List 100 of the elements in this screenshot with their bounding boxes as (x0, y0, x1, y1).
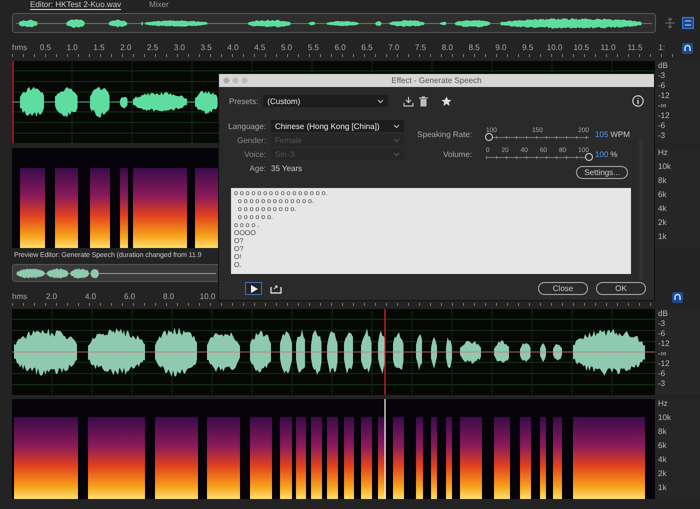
db-scale-label: -6 (658, 329, 666, 339)
ruler-label: 10.0 (546, 43, 564, 52)
slider-unit: % (610, 150, 618, 160)
overview-waveform[interactable] (12, 13, 656, 33)
time-ruler[interactable]: hms 0.5 1.0 1.5 2.0 2.5 3.0 3.5 4.0 4.5 5.0 5.5 6.0 6.5 7.0 7.5 8.0 8.5 9.0 9.5 10.0 10.5 11.0 11.5 1: (12, 43, 676, 57)
ruler-label: 5.5 (306, 43, 320, 52)
slider-label: Volume: (442, 150, 472, 160)
db-scale-label: -6 (658, 121, 666, 131)
ruler-label: 6.0 (122, 292, 136, 301)
ruler-label: 6.5 (360, 43, 374, 52)
dialog-title: Effect - Generate Speech (391, 76, 482, 85)
frequency-scale-label: 8k (658, 176, 668, 186)
db-scale-label: -6 (658, 81, 666, 91)
age-value: 35 Years (271, 164, 302, 172)
field-label: Voice: (243, 150, 266, 158)
settings-button[interactable]: Settings... (576, 166, 628, 179)
field-label: Gender: (236, 136, 266, 144)
waveform-drawing[interactable] (12, 309, 655, 395)
magnet-icon[interactable] (672, 292, 683, 303)
ruler-label: 2.0 (119, 43, 132, 52)
slider-unit: WPM (610, 130, 630, 140)
slider-thumb[interactable] (485, 133, 494, 141)
db-scale-label: -∞ (658, 349, 668, 359)
presets-dropdown[interactable]: (Custom) (263, 95, 388, 107)
db-scale-label: -6 (658, 369, 666, 379)
presets-label: Presets: (229, 96, 258, 106)
frequency-scale-label: 1k (658, 232, 668, 242)
frequency-scale-label: 2k (658, 469, 668, 479)
ruler-label: 8.5 (468, 43, 481, 52)
export-icon[interactable] (270, 284, 282, 294)
db-scale-label: -∞ (658, 101, 668, 111)
star-icon[interactable] (441, 96, 452, 106)
db-scale-label: -3 (658, 319, 666, 329)
field-label: Language: (227, 122, 266, 130)
ruler-label: 1.5 (92, 43, 106, 52)
ruler-unit-label: hms (12, 292, 28, 301)
ruler-label: 4.0 (84, 292, 98, 301)
ruler-label: 10.0 (198, 292, 216, 301)
editor-tab[interactable]: Editor: HKTest 2-Kuo.wav (30, 0, 122, 10)
chevron-icon (393, 152, 400, 156)
chevron-icon (377, 98, 384, 104)
frequency-scale-label: Hz (658, 148, 669, 158)
chevron-icon (393, 124, 400, 128)
ruler-label: 7.0 (387, 43, 400, 52)
ruler-unit-label: hms (12, 43, 28, 52)
frequency-scale-label: 4k (658, 204, 668, 214)
trash-icon[interactable] (419, 96, 428, 106)
play-button[interactable] (245, 282, 262, 295)
ruler-label: 3.5 (200, 43, 213, 52)
magnet-icon[interactable] (682, 43, 694, 54)
ruler-label: 4.5 (253, 43, 266, 52)
db-scale-label: -3 (658, 71, 666, 81)
ruler-label: 9.0 (494, 43, 508, 52)
preview-overview-waveform[interactable] (12, 264, 220, 282)
ruler-label: 1.0 (66, 43, 79, 52)
ruler-label: 8.0 (440, 43, 454, 52)
ruler-label: 9.5 (521, 43, 534, 52)
ruler-label: 11.0 (600, 43, 617, 52)
ruler-label: 2.0 (44, 292, 58, 301)
db-scale-label: dB (658, 309, 669, 319)
ruler-label: 0.5 (38, 43, 52, 52)
ruler-label: 10.5 (572, 43, 590, 52)
frequency-scale-label: Hz (658, 399, 669, 409)
frequency-scale-label: 6k (658, 190, 668, 200)
slider-label: Speaking Rate: (416, 130, 472, 140)
ruler-label: 8.0 (162, 292, 176, 301)
editor-tab[interactable]: Mixer (149, 0, 169, 9)
slider-value[interactable]: 105 (595, 130, 608, 140)
zoom-icon[interactable] (664, 17, 676, 29)
frequency-scale-label: 2k (658, 218, 668, 228)
download-icon[interactable] (403, 96, 414, 106)
dialog-button[interactable]: Close (538, 282, 588, 295)
db-scale-label: -3 (658, 379, 666, 389)
frequency-scale-label: 4k (658, 455, 668, 465)
field-label: Age: (248, 164, 266, 172)
dropdown[interactable]: Chinese (Hong Kong [China]) (271, 120, 404, 132)
db-scale-label: -3 (658, 131, 666, 141)
db-scale-label: -12 (658, 359, 671, 369)
frequency-scale-label: 6k (658, 441, 668, 451)
frequency-scale-label: 8k (658, 427, 668, 437)
db-scale-label: -12 (658, 339, 671, 349)
ruler-label: 4.0 (226, 43, 240, 52)
ruler-label: 3.0 (172, 43, 186, 52)
frequency-scale-label: 10k (658, 162, 672, 172)
ruler-label: 6.0 (334, 43, 347, 52)
db-scale-label: -12 (658, 91, 671, 101)
ruler-label: 2.5 (146, 43, 160, 52)
db-scale-label: -12 (658, 111, 671, 121)
info-icon[interactable] (632, 95, 644, 107)
frequency-scale-label: 1k (658, 483, 668, 493)
ruler-label: 5.0 (280, 43, 294, 52)
chevron-icon (393, 138, 400, 142)
slider-thumb[interactable] (585, 153, 593, 161)
ruler-label: 7.5 (414, 43, 428, 52)
panel-toggle-icon[interactable] (682, 17, 694, 29)
db-scale-label: dB (658, 61, 669, 71)
dialog-button[interactable]: OK (596, 282, 646, 295)
slider-value[interactable]: 100 (595, 150, 608, 160)
ruler-label: 1: (657, 43, 666, 52)
frequency-scale-label: 10k (658, 413, 672, 423)
